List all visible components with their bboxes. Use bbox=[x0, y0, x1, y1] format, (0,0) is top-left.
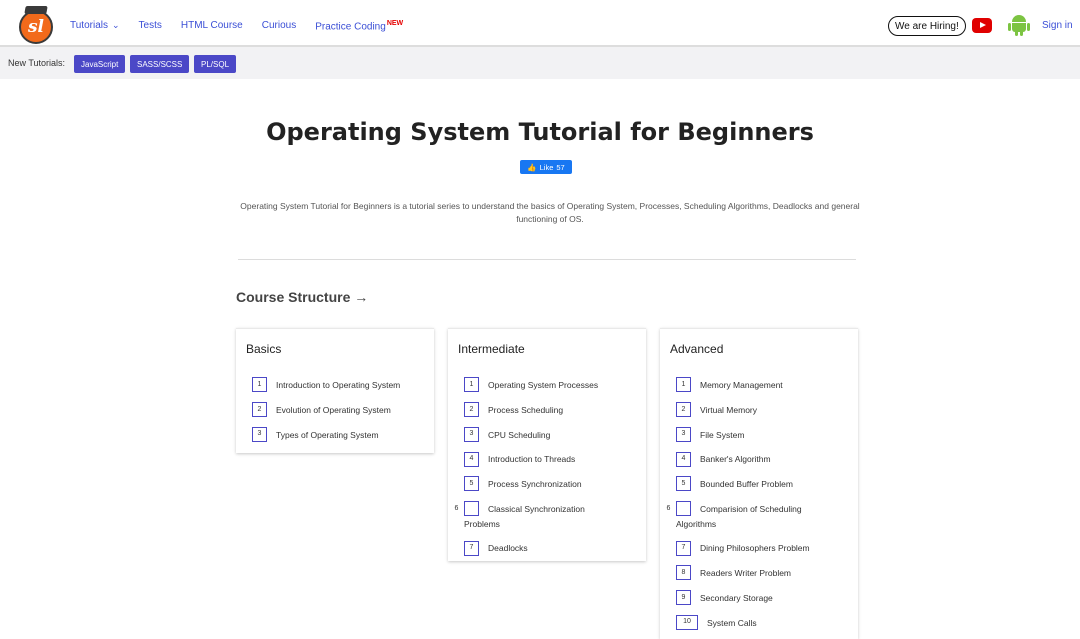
card-title: Advanced bbox=[670, 342, 724, 356]
lesson-item[interactable]: 4 Introduction to Threads bbox=[464, 451, 636, 467]
thumbs-up-icon: 👍 bbox=[527, 162, 537, 172]
lesson-item[interactable]: 1 Introduction to Operating System bbox=[252, 377, 424, 393]
new-tutorial-plsql[interactable]: PL/SQL bbox=[194, 55, 237, 73]
page-title: Operating System Tutorial for Beginners bbox=[266, 118, 814, 146]
new-badge: NEW bbox=[386, 20, 404, 27]
new-tutorial-sass[interactable]: SASS/SCSS bbox=[130, 55, 190, 73]
site-logo[interactable]: sl bbox=[19, 6, 53, 44]
hiring-button[interactable]: We are Hiring! bbox=[888, 16, 966, 36]
lesson-item[interactable]: 4 Banker's Algorithm bbox=[676, 451, 848, 467]
lesson-item[interactable]: 8 Readers Writer Problem bbox=[676, 565, 848, 581]
lesson-item[interactable]: 2 Virtual Memory bbox=[676, 402, 848, 417]
lesson-item[interactable]: 1 Memory Management bbox=[676, 377, 848, 393]
lesson-item[interactable]: 6 Classical Synchronization Problems bbox=[447, 501, 597, 531]
card-intermediate: Intermediate 1 Operating System Processes… bbox=[448, 328, 646, 561]
card-advanced: Advanced 1 Memory Management 2 Virtual Mem… bbox=[660, 328, 858, 639]
nav-tutorials[interactable]: Tutorials ⌄ bbox=[70, 20, 120, 32]
new-tutorial-javascript[interactable]: JavaScript bbox=[74, 55, 126, 73]
android-icon[interactable] bbox=[1008, 15, 1030, 36]
nav-html-course[interactable]: HTML Course bbox=[181, 20, 243, 32]
lesson-item[interactable]: 5 Process Synchronization bbox=[464, 476, 636, 492]
card-title: Intermediate bbox=[458, 342, 525, 356]
page-description: Operating System Tutorial for Beginners … bbox=[240, 201, 860, 224]
youtube-icon[interactable] bbox=[972, 18, 992, 33]
sign-in-link[interactable]: Sign in bbox=[1042, 20, 1073, 31]
graduation-cap-icon bbox=[24, 6, 48, 14]
top-navbar: sl Tutorials ⌄ Tests HTML Course Curious … bbox=[0, 0, 1080, 47]
lesson-item[interactable]: 3 File System bbox=[676, 426, 848, 442]
lesson-list: 1 Operating System Processes 2 Process Sch… bbox=[455, 377, 636, 565]
nav-practice-coding-label: Practice Coding bbox=[315, 21, 386, 33]
new-tutorials-label: New Tutorials: bbox=[8, 58, 66, 68]
nav-tests[interactable]: Tests bbox=[139, 20, 162, 32]
nav-curious[interactable]: Curious bbox=[262, 20, 296, 32]
lesson-item[interactable]: 7 Dining Philosophers Problem bbox=[676, 540, 848, 556]
lesson-list: 1 Introduction to Operating System 2 Evolu… bbox=[252, 377, 424, 451]
lesson-list: 1 Memory Management 2 Virtual Memory 3 File… bbox=[667, 377, 848, 639]
lesson-item[interactable]: 5 Bounded Buffer Problem bbox=[676, 476, 848, 492]
like-count: 57 bbox=[556, 162, 565, 172]
main-nav: Tutorials ⌄ Tests HTML Course Curious Pra… bbox=[70, 20, 422, 32]
lesson-item[interactable]: 3 Types of Operating System bbox=[252, 426, 424, 442]
lesson-item[interactable]: 2 Process Scheduling bbox=[464, 402, 636, 417]
lesson-item[interactable]: 1 Operating System Processes bbox=[464, 377, 636, 393]
card-title: Basics bbox=[246, 342, 282, 356]
lesson-item[interactable]: 2 Evolution of Operating System bbox=[252, 402, 424, 417]
lesson-item[interactable]: 7 Deadlocks bbox=[464, 540, 636, 556]
course-structure-heading: Course Structure → bbox=[236, 289, 369, 305]
new-tutorials-bar: New Tutorials: JavaScript SASS/SCSS PL/S… bbox=[0, 47, 1080, 79]
lesson-item[interactable]: 9 Secondary Storage bbox=[676, 590, 848, 605]
section-divider bbox=[238, 259, 856, 260]
facebook-like-button[interactable]: 👍 Like 57 bbox=[520, 160, 572, 174]
nav-practice-coding[interactable]: Practice CodingNEW bbox=[315, 20, 403, 32]
nav-tutorials-label: Tutorials bbox=[70, 20, 108, 31]
lesson-item[interactable]: 10 System Calls bbox=[676, 614, 848, 630]
lesson-item[interactable]: 3 CPU Scheduling bbox=[464, 426, 636, 442]
like-label: Like bbox=[539, 162, 554, 172]
logo-text: sl bbox=[27, 17, 45, 37]
lesson-item[interactable]: 6 Comparision of Scheduling Algorithms bbox=[659, 501, 809, 531]
card-basics: Basics 1 Introduction to Operating System… bbox=[236, 328, 434, 453]
chevron-down-icon: ⌄ bbox=[111, 20, 120, 30]
